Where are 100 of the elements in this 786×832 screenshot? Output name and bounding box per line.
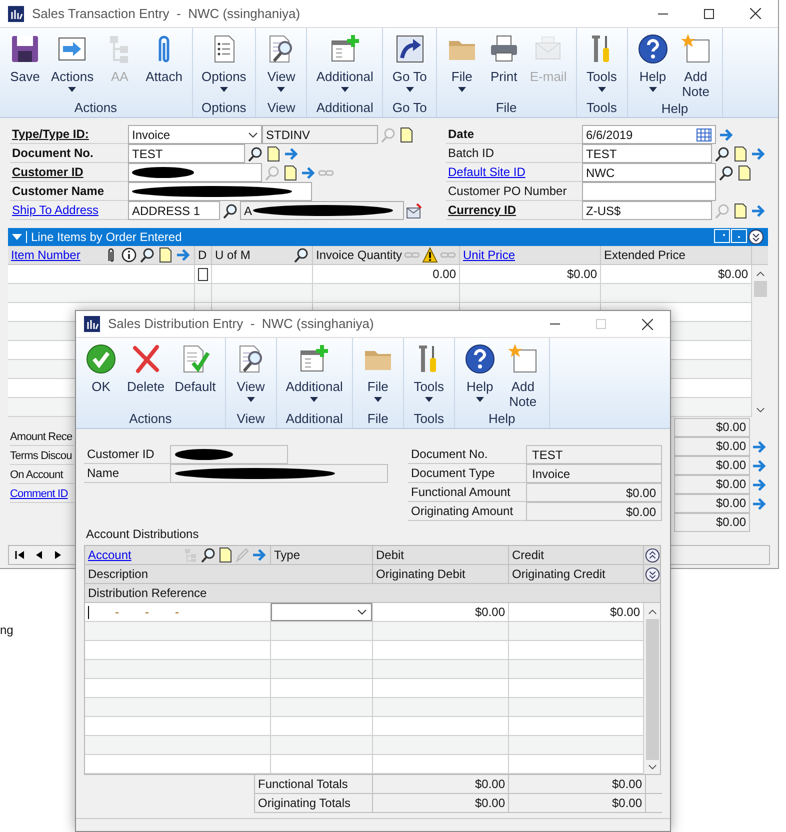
ribbon-button[interactable]: Actions [47, 31, 98, 92]
ribbon-button[interactable]: Options [198, 31, 250, 92]
scrollbar[interactable] [644, 603, 660, 774]
arrow-icon[interactable] [283, 146, 299, 162]
ribbon-button[interactable]: Add Note [502, 341, 544, 409]
arrow-icon[interactable] [300, 164, 316, 180]
text-field[interactable]: 6/6/2019 [582, 125, 716, 144]
text-field[interactable]: TEST [128, 144, 245, 163]
chevron-down-icon [248, 132, 258, 138]
ribbon-button[interactable]: Tools [408, 341, 449, 402]
page-icon[interactable] [732, 202, 748, 218]
column-header: Type [274, 547, 300, 564]
arrow-icon[interactable] [251, 547, 267, 563]
text-field[interactable]: NWC [582, 163, 716, 182]
column-header[interactable]: Account [88, 546, 132, 564]
text-field[interactable]: ADDRESS 1 [128, 201, 220, 220]
scroll-down-icon[interactable] [648, 764, 656, 770]
ribbon-button[interactable]: Delete [123, 341, 169, 394]
arrow-icon[interactable] [751, 476, 767, 492]
text-field[interactable]: Z-US$ [582, 201, 712, 220]
scroll-up-icon[interactable] [756, 271, 764, 277]
arrow-icon[interactable] [751, 438, 767, 454]
type-dropdown[interactable]: Invoice [128, 125, 262, 144]
page-icon[interactable] [732, 146, 748, 162]
arrow-icon[interactable] [750, 202, 766, 218]
info-icon[interactable] [121, 247, 137, 263]
page-icon[interactable] [217, 547, 233, 563]
ribbon-button[interactable]: Additional [312, 31, 378, 92]
scroll-down-icon[interactable] [756, 407, 764, 413]
search-icon[interactable] [718, 164, 734, 180]
summary-label[interactable]: Comment ID [10, 485, 68, 503]
table-cell: $0.00 [601, 265, 752, 284]
warning-icon[interactable] [422, 247, 438, 263]
ribbon-button[interactable]: View [230, 341, 271, 402]
ribbon-button[interactable]: Save [5, 31, 45, 84]
ribbon-group-label: Additional [284, 410, 344, 428]
arrow-icon[interactable] [751, 496, 767, 512]
ribbon-button[interactable]: Help [632, 31, 673, 92]
previous-record-icon[interactable] [34, 550, 44, 560]
arrow-icon[interactable] [750, 146, 766, 162]
ribbon-group-label: Tools [412, 410, 446, 428]
text-field[interactable] [582, 182, 716, 201]
caret-icon [476, 397, 484, 402]
scroll-up-icon[interactable] [648, 609, 656, 615]
ribbon-group-label: Tools [586, 99, 618, 117]
summary-value: $0.00 [674, 456, 750, 475]
checkbox[interactable] [198, 268, 208, 280]
expand-icon[interactable] [644, 566, 660, 582]
scrollbar-thumb[interactable] [754, 281, 766, 297]
arrow-icon[interactable] [751, 458, 767, 474]
ribbon-button[interactable]: Go To [388, 31, 431, 92]
ribbon-group-label: Actions [128, 410, 173, 428]
text-field[interactable]: TEST [582, 144, 712, 163]
search-icon[interactable] [714, 146, 730, 162]
search-icon[interactable] [222, 202, 238, 218]
totals-value: $0.00 [612, 776, 642, 793]
account-field[interactable]: - - - [88, 603, 267, 621]
app-logo-icon [84, 316, 100, 332]
search-icon[interactable] [293, 247, 309, 263]
column-header[interactable]: Item Number [11, 246, 80, 264]
summary-value: $0.00 [674, 475, 750, 494]
expand-icon[interactable] [748, 229, 764, 245]
next-record-icon[interactable] [53, 550, 63, 560]
text-field[interactable]: STDINV [262, 125, 378, 144]
ribbon-group-label: File [366, 410, 390, 428]
ribbon-button[interactable]: Default [170, 341, 220, 394]
ribbon-button[interactable]: View [261, 31, 302, 92]
ribbon-button[interactable]: File [358, 341, 398, 402]
search-icon[interactable] [139, 247, 155, 263]
column-header[interactable]: Unit Price [463, 246, 516, 264]
text-field[interactable]: A [240, 201, 404, 220]
ribbon-button[interactable]: Tools [582, 31, 622, 92]
ribbon-group-label: View [236, 410, 266, 428]
page-icon[interactable] [398, 126, 414, 142]
search-icon[interactable] [200, 547, 216, 563]
ribbon-button[interactable]: Help [460, 341, 500, 402]
text-field[interactable] [128, 163, 262, 182]
ribbon-button[interactable]: Additional [282, 341, 347, 402]
collapse-icon[interactable] [12, 234, 22, 240]
ribbon-button[interactable]: Print [484, 31, 524, 84]
page-icon[interactable] [736, 164, 752, 180]
calendar-icon[interactable] [696, 126, 712, 142]
ribbon-button[interactable]: OK [81, 341, 121, 394]
search-icon[interactable] [247, 146, 263, 162]
ribbon-button[interactable]: Add Note [674, 31, 717, 99]
collapse-icon[interactable] [644, 548, 660, 562]
column-header: Distribution Reference [88, 585, 207, 602]
grid-button-icon[interactable] [731, 229, 747, 243]
summary-label: Terms Discou [10, 449, 72, 464]
scrollbar-thumb[interactable] [646, 619, 658, 760]
ribbon-button[interactable]: File [442, 31, 482, 92]
envelope-icon[interactable] [406, 202, 422, 218]
first-record-icon[interactable] [15, 550, 25, 560]
help-icon [636, 33, 669, 65]
ribbon-button[interactable]: Attach [142, 31, 186, 84]
summary-value: $0.00 [674, 418, 750, 437]
arrow-icon[interactable] [718, 126, 734, 142]
grid-button-icon[interactable] [714, 229, 730, 243]
text-field[interactable] [128, 182, 312, 201]
redaction-mark [132, 167, 194, 178]
